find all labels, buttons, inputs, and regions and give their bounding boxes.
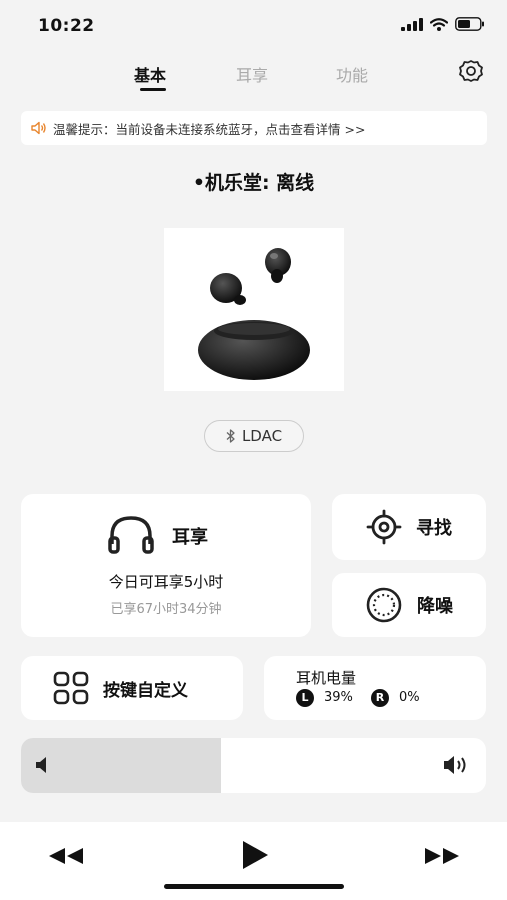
signal-icon xyxy=(401,17,423,31)
speaker-notice-icon xyxy=(31,121,46,135)
play-icon[interactable] xyxy=(241,840,269,870)
device-status: •机乐堂: 离线 xyxy=(192,172,315,194)
wifi-icon xyxy=(430,17,448,31)
headphones-icon xyxy=(108,516,154,554)
rewind-icon[interactable] xyxy=(47,847,85,865)
tab-functions[interactable]: 功能 xyxy=(336,62,368,86)
tab-bar: 基本 耳享 功能 xyxy=(0,60,507,96)
earshare-today: 今日可耳享5小时 xyxy=(108,573,224,591)
earshare-used: 已享67小时34分钟 xyxy=(110,602,222,617)
key-customize-button[interactable]: 按键自定义 xyxy=(21,656,243,720)
left-earbud-battery: 39% xyxy=(324,690,353,705)
noise-cancel-icon xyxy=(366,587,402,623)
key-customize-label: 按键自定义 xyxy=(103,680,188,701)
codec-badge: LDAC xyxy=(204,420,304,452)
noise-cancel-button[interactable]: 降噪 xyxy=(332,573,486,637)
notice-text: 温馨提示：当前设备未连接系统蓝牙，点击查看详情 >> xyxy=(53,121,366,137)
find-button[interactable]: 寻找 xyxy=(332,494,486,560)
home-indicator[interactable] xyxy=(164,884,344,889)
earshare-card[interactable]: 耳享 今日可耳享5小时 已享67小时34分钟 xyxy=(21,494,311,637)
fast-forward-icon[interactable] xyxy=(423,847,461,865)
noise-cancel-label: 降噪 xyxy=(417,596,453,617)
volume-slider[interactable] xyxy=(21,738,486,793)
bluetooth-icon xyxy=(226,429,235,443)
status-icons xyxy=(401,17,485,31)
right-earbud-badge: R xyxy=(371,689,389,707)
locate-icon xyxy=(366,509,402,545)
notice-banner[interactable]: 温馨提示：当前设备未连接系统蓝牙，点击查看详情 >> xyxy=(21,111,487,145)
volume-high-icon xyxy=(444,756,466,774)
tab-indicator xyxy=(140,88,166,91)
right-earbud-battery: 0% xyxy=(399,690,420,705)
battery-title: 耳机电量 xyxy=(296,669,357,687)
volume-low-icon xyxy=(36,757,46,773)
tab-earshare[interactable]: 耳享 xyxy=(236,62,268,86)
find-label: 寻找 xyxy=(416,518,452,539)
status-time: 10:22 xyxy=(38,16,95,36)
codec-label: LDAC xyxy=(241,427,283,445)
earshare-title: 耳享 xyxy=(172,527,208,548)
product-image xyxy=(164,228,344,391)
left-earbud-badge: L xyxy=(296,689,314,707)
status-bar: 10:22 xyxy=(0,0,507,50)
grid-icon xyxy=(53,671,89,705)
settings-gear-icon[interactable] xyxy=(457,58,485,86)
tab-basic[interactable]: 基本 xyxy=(134,62,166,86)
battery-card: 耳机电量 L 39% R 0% xyxy=(264,656,486,720)
battery-status-icon xyxy=(455,17,484,31)
